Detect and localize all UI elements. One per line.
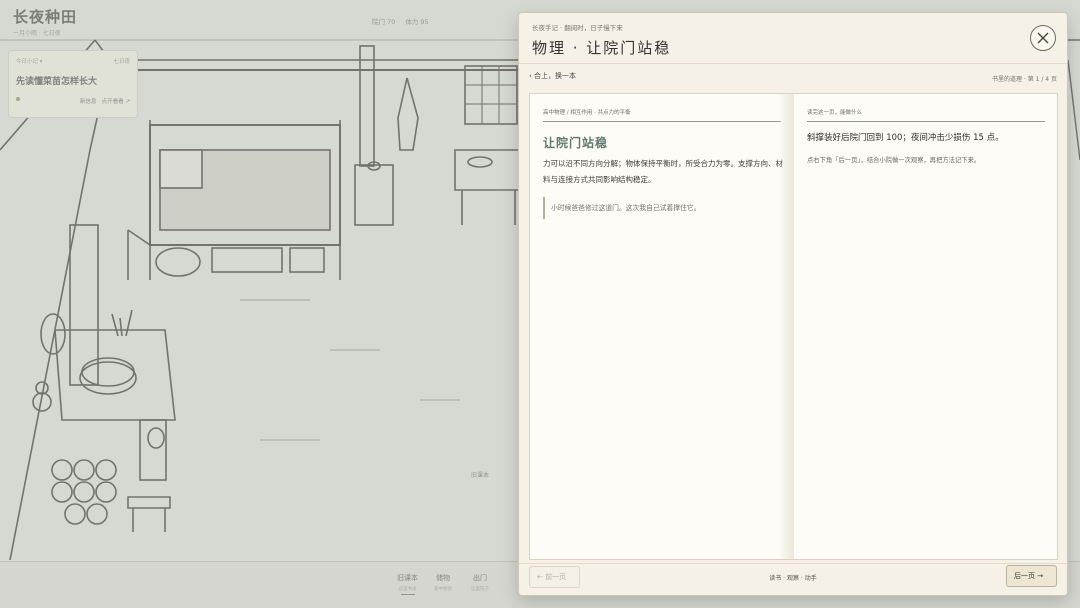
left-page: 高中物理 / 相互作用 · 共点力的平衡 让院门站稳 力可以沿不同方向分解；物体…: [530, 94, 792, 559]
close-book-link[interactable]: ‹ 合上，换一本: [529, 71, 576, 81]
header-divider: [519, 63, 1067, 64]
right-page: 读完这一页，能做什么 斜撑装好后院门回到 100；夜间冲击少损伤 15 点。 点…: [794, 94, 1057, 559]
book-modal: 长夜手记 · 翻阅时，日子慢下来 物理 · 让院门站稳 ‹ 合上，换一本 书里的…: [518, 12, 1068, 596]
open-book: 高中物理 / 相互作用 · 共点力的平衡 让院门站稳 力可以沿不同方向分解；物体…: [529, 93, 1058, 560]
page-indicator: 书里的道理 · 第 1 / 4 页: [991, 76, 1057, 83]
close-icon: [1037, 32, 1049, 44]
hint-text: 点右下角「后一页」，结合小院做一次观察，再把方法记下来。: [807, 157, 981, 164]
lesson-title: 让院门站稳: [543, 136, 609, 150]
modal-title: 物理 · 让院门站稳: [532, 39, 672, 57]
right-page-header: 读完这一页，能做什么: [807, 108, 1045, 122]
close-button[interactable]: [1030, 25, 1056, 51]
footer-divider: [519, 563, 1067, 564]
breadcrumb: 长夜手记 · 翻阅时，日子慢下来: [532, 24, 623, 32]
left-page-header: 高中物理 / 相互作用 · 共点力的平衡: [543, 108, 781, 122]
effect-text: 斜撑装好后院门回到 100；夜间冲击少损伤 15 点。: [807, 133, 1004, 143]
lesson-body: 力可以沿不同方向分解；物体保持平衡时，所受合力为零。支撑方向、材料与连接方式共同…: [543, 159, 783, 184]
next-page-button[interactable]: 后一页 →: [1006, 565, 1057, 587]
lesson-quote: 小时候爸爸修过这道门。这次我自己试着撑住它。: [543, 197, 781, 219]
footer-caption: 读书 · 观察 · 动手: [769, 575, 817, 582]
